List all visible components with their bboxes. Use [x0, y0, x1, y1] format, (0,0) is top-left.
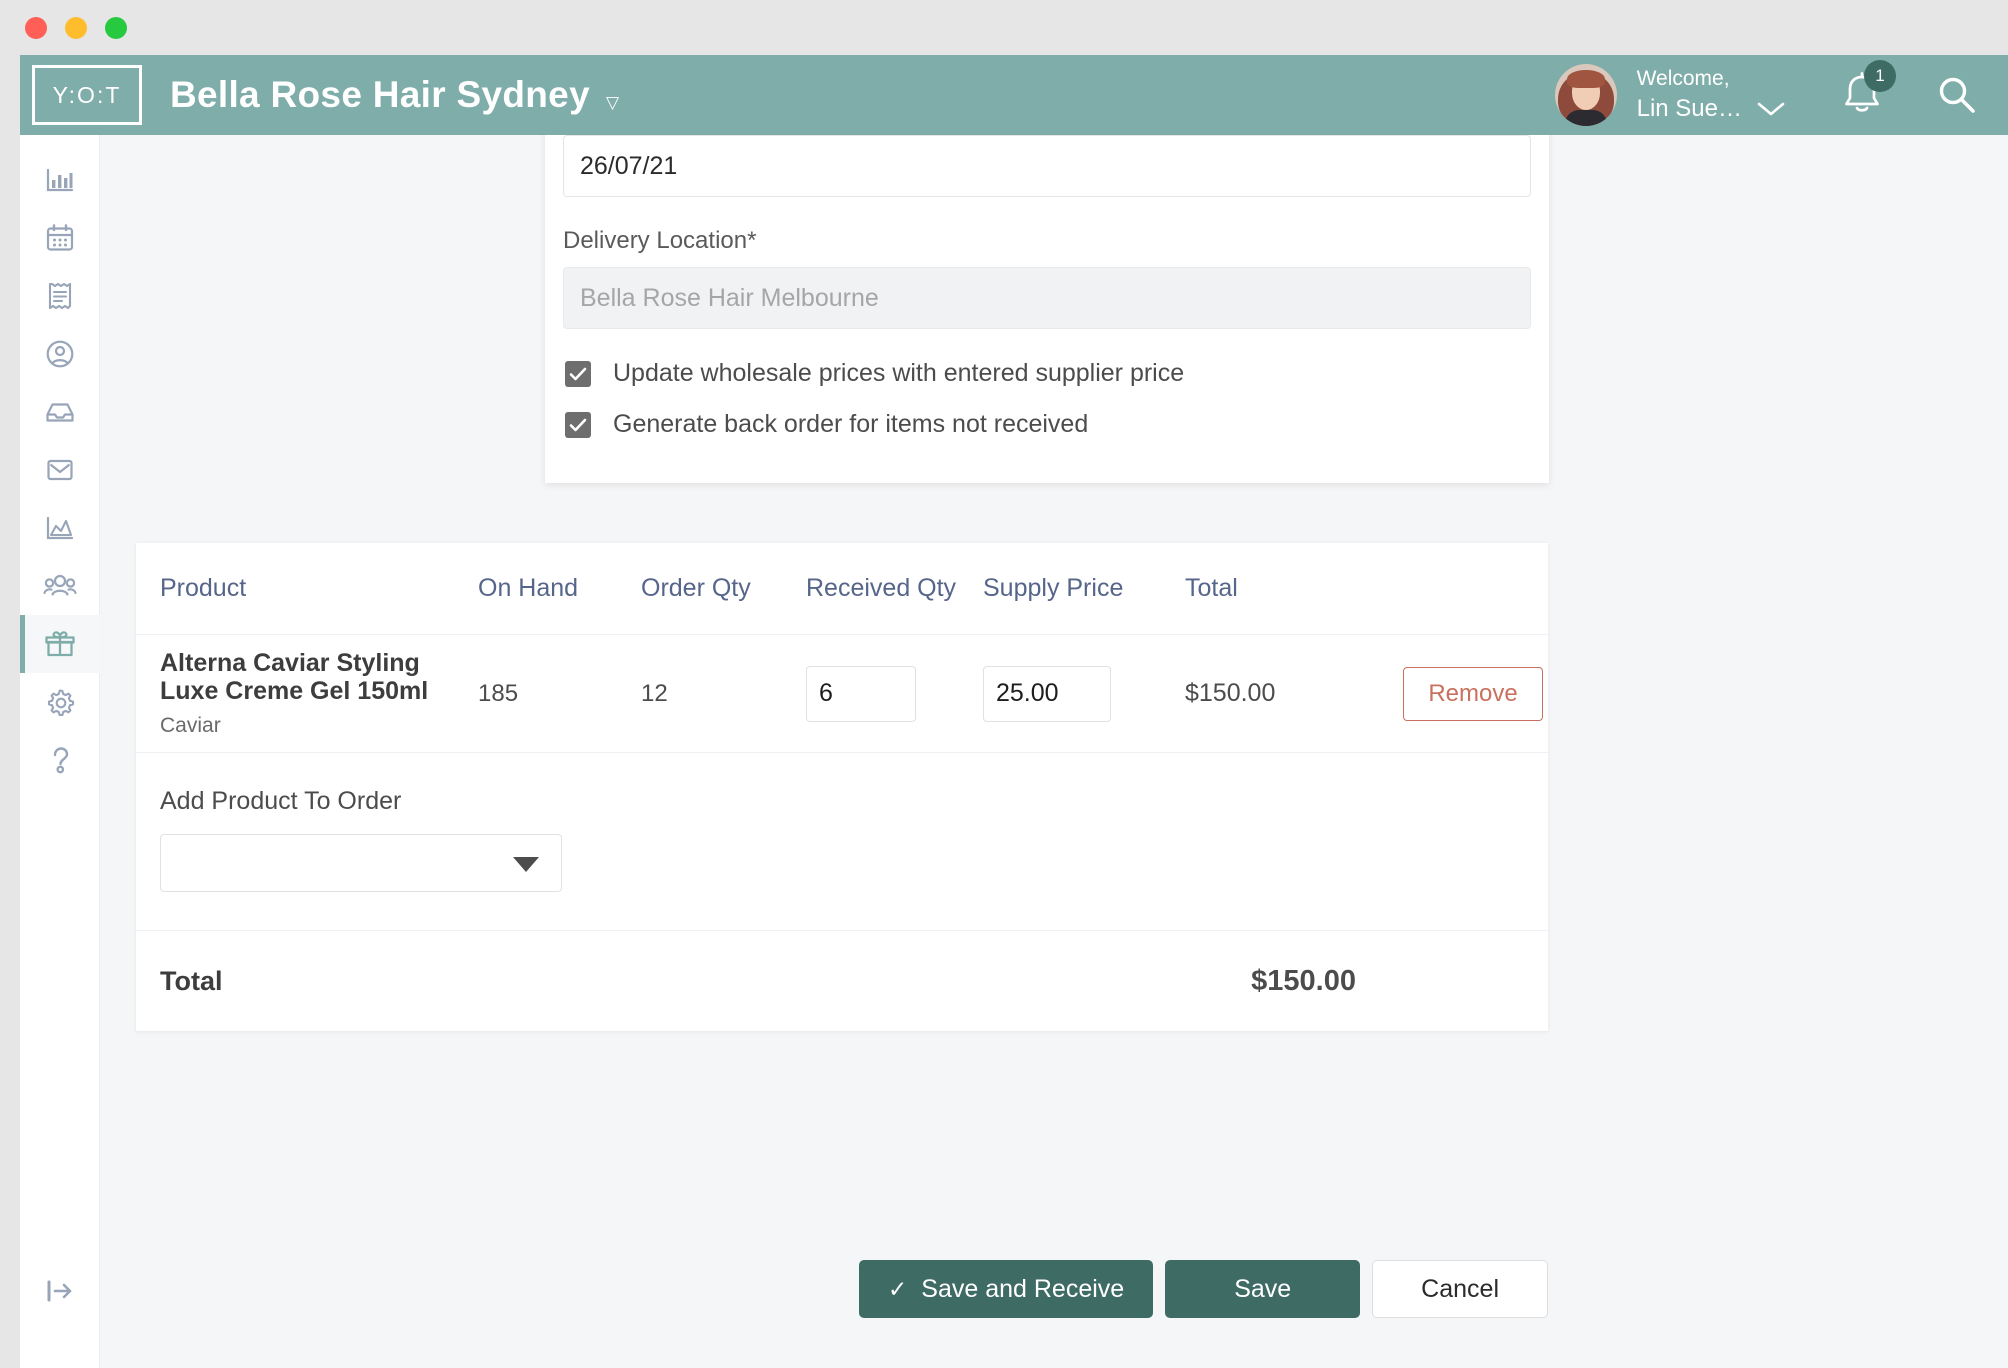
notifications-button[interactable]: 1	[1840, 60, 1896, 120]
save-and-receive-label: Save and Receive	[921, 1274, 1125, 1303]
column-header-product: Product	[160, 574, 247, 602]
gift-box-icon	[43, 628, 77, 660]
supply-price-input[interactable]	[983, 665, 1111, 722]
checkbox-row-update-wholesale-prices[interactable]: Update wholesale prices with entered sup…	[565, 359, 1531, 388]
cell-supply-price	[983, 665, 1185, 722]
notification-count-badge: 1	[1864, 60, 1896, 92]
welcome-label: Welcome,	[1636, 67, 1730, 91]
column-header-received-qty: Received Qty	[806, 574, 957, 602]
cancel-button[interactable]: Cancel	[1372, 1260, 1548, 1318]
form-action-buttons: ✓ Save and Receive Save Cancel	[136, 1260, 1548, 1318]
window-traffic-lights	[25, 17, 127, 39]
question-mark-icon	[44, 744, 76, 776]
topbar-right-group: Welcome, Lin Sue… 1	[1554, 60, 1978, 126]
product-brand: Caviar	[160, 714, 221, 737]
sidebar-item-clients[interactable]	[20, 325, 100, 383]
order-date-input[interactable]	[563, 135, 1531, 197]
received-qty-input[interactable]	[806, 665, 916, 722]
avatar[interactable]	[1554, 64, 1617, 126]
window-titlebar	[0, 0, 2008, 55]
order-details-card: Delivery Location* Update wholesale pric…	[545, 135, 1549, 483]
remove-button[interactable]: Remove	[1403, 666, 1543, 721]
app-logo[interactable]: Y:O:T	[32, 65, 142, 125]
caret-down-icon	[513, 857, 539, 872]
delivery-location-label: Delivery Location*	[563, 227, 757, 254]
user-name: Lin Sue…	[1636, 95, 1742, 123]
bar-chart-icon	[44, 164, 76, 196]
sidebar-item-reports[interactable]	[20, 499, 100, 557]
sidebar-item-appointments[interactable]	[20, 209, 100, 267]
cell-actions: Remove	[1380, 666, 1565, 721]
product-name: Alterna Caviar Styling Luxe Creme Gel 15…	[160, 649, 429, 705]
add-product-select[interactable]	[160, 834, 562, 892]
order-total-row: Total $150.00	[136, 931, 1548, 1031]
table-header-row: Product On Hand Order Qty Received Qty S…	[136, 543, 1548, 635]
envelope-icon	[44, 454, 76, 486]
sidebar-item-inbox[interactable]	[20, 383, 100, 441]
check-icon: ✓	[888, 1275, 908, 1302]
table-row: Alterna Caviar Styling Luxe Creme Gel 15…	[136, 635, 1548, 753]
user-circle-icon	[44, 338, 76, 370]
people-icon	[43, 570, 77, 602]
checkbox-row-generate-back-order[interactable]: Generate back order for items not receiv…	[565, 410, 1531, 439]
checkbox-label-generate-back-order: Generate back order for items not receiv…	[613, 410, 1089, 438]
main-content: Delivery Location* Update wholesale pric…	[100, 135, 2008, 1368]
cell-order-qty: 12	[641, 679, 668, 707]
required-marker: *	[747, 227, 757, 254]
cell-product: Alterna Caviar Styling Luxe Creme Gel 15…	[136, 649, 478, 738]
cancel-label: Cancel	[1421, 1274, 1499, 1303]
app-window: Y:O:T Bella Rose Hair Sydney ▽ Welcome, …	[20, 55, 2008, 1368]
gear-icon	[44, 686, 76, 718]
page-title: Bella Rose Hair Sydney	[170, 74, 590, 115]
logout-button[interactable]	[20, 1262, 100, 1320]
column-header-order-qty: Order Qty	[641, 574, 751, 602]
delivery-location-input[interactable]	[563, 267, 1531, 329]
order-total-value: $150.00	[1251, 964, 1356, 997]
search-icon	[1936, 74, 1978, 116]
cell-line-total: $150.00	[1185, 679, 1276, 707]
add-product-label: Add Product To Order	[160, 787, 402, 815]
chevron-down-icon[interactable]	[1756, 100, 1786, 118]
checkbox-label-update-wholesale-prices: Update wholesale prices with entered sup…	[613, 359, 1185, 387]
sidebar-navigation	[20, 135, 100, 1368]
order-options-group: Update wholesale prices with entered sup…	[565, 359, 1531, 439]
column-header-total: Total	[1185, 574, 1238, 602]
cell-on-hand: 185	[478, 679, 519, 707]
sidebar-item-messages[interactable]	[20, 441, 100, 499]
receipt-icon	[44, 280, 76, 312]
sidebar-item-sales[interactable]	[20, 267, 100, 325]
area-chart-icon	[44, 512, 76, 544]
inbox-icon	[44, 396, 76, 428]
search-button[interactable]	[1936, 74, 1978, 116]
logout-icon	[43, 1276, 77, 1306]
save-button[interactable]: Save	[1165, 1260, 1361, 1318]
checkbox-generate-back-order[interactable]	[565, 411, 591, 438]
calendar-icon	[44, 222, 76, 254]
save-and-receive-button[interactable]: ✓ Save and Receive	[859, 1260, 1154, 1318]
caret-down-icon[interactable]: ▽	[606, 94, 619, 111]
sidebar-item-help[interactable]	[20, 731, 100, 789]
user-name-row: Lin Sue…	[1637, 93, 1786, 125]
checkbox-update-wholesale-prices[interactable]	[565, 360, 591, 387]
minimize-window-button[interactable]	[65, 17, 87, 39]
save-label: Save	[1234, 1274, 1292, 1303]
sidebar-item-dashboard[interactable]	[20, 151, 100, 209]
sidebar-item-products[interactable]	[20, 615, 100, 673]
user-menu[interactable]: Welcome, Lin Sue…	[1637, 65, 1786, 124]
close-window-button[interactable]	[25, 17, 47, 39]
column-header-on-hand: On Hand	[478, 574, 579, 602]
maximize-window-button[interactable]	[105, 17, 127, 39]
products-table-card: Product On Hand Order Qty Received Qty S…	[136, 543, 1548, 1031]
order-total-label: Total	[160, 965, 223, 996]
sidebar-item-settings[interactable]	[20, 673, 100, 731]
cell-received-qty	[806, 665, 983, 722]
add-product-section: Add Product To Order	[136, 753, 1548, 931]
sidebar-item-staff[interactable]	[20, 557, 100, 615]
column-header-supply-price: Supply Price	[983, 574, 1124, 602]
top-navigation-bar: Y:O:T Bella Rose Hair Sydney ▽ Welcome, …	[20, 55, 2008, 135]
